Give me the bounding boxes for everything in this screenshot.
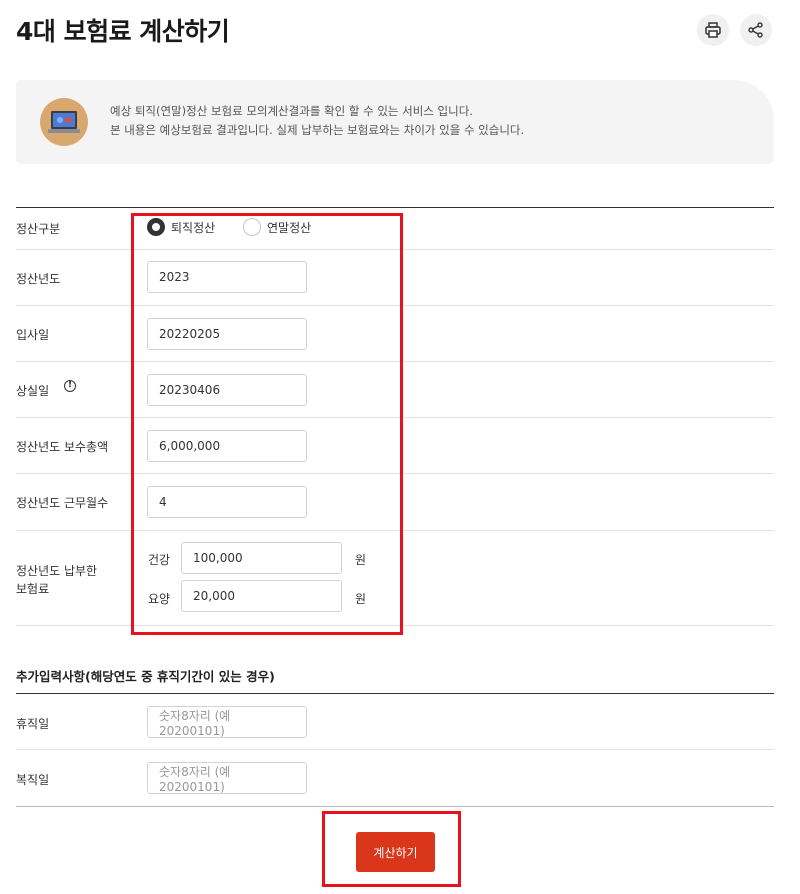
print-icon: [705, 22, 721, 38]
notice-box: 예상 퇴직(연말)정산 보험료 모의계산결과를 확인 할 수 있는 서비스 입니…: [16, 80, 774, 164]
notice-line-2: 본 내용은 예상보험료 결과입니다. 실제 납부하는 보험료와는 차이가 있을 …: [110, 123, 525, 137]
leave-date-label: 휴직일: [16, 717, 50, 731]
share-button[interactable]: [740, 14, 772, 46]
total-pay-label: 정산년도 보수총액: [16, 440, 109, 454]
additional-top-border: [16, 693, 774, 694]
highlight-box-button: [322, 811, 461, 887]
notice-line-1: 예상 퇴직(연말)정산 보험료 모의계산결과를 확인 할 수 있는 서비스 입니…: [110, 104, 473, 118]
year-label: 정산년도: [16, 272, 61, 286]
settlement-type-label: 정산구분: [16, 222, 61, 236]
paid-premium-label: 정산년도 납부한 보험료: [16, 564, 98, 596]
join-date-label: 입사일: [16, 328, 50, 342]
return-date-input[interactable]: 숫자8자리 (예 20200101): [147, 762, 307, 794]
info-icon[interactable]: !: [64, 380, 76, 392]
row-divider: [16, 806, 774, 807]
row-divider: [16, 749, 774, 750]
return-date-label: 복직일: [16, 773, 50, 787]
form-top-border: [16, 207, 774, 208]
page-title: 4대 보험료 계산하기: [16, 17, 230, 46]
print-button[interactable]: [697, 14, 729, 46]
additional-title: 추가입력사항(해당연도 중 휴직기간이 있는 경우): [16, 669, 275, 684]
highlight-box-form: [131, 213, 403, 635]
loss-date-label: 상실일: [16, 384, 50, 398]
share-icon: [748, 22, 763, 38]
laptop-icon: [40, 98, 88, 146]
work-months-label: 정산년도 근무월수: [16, 496, 109, 510]
leave-date-input[interactable]: 숫자8자리 (예 20200101): [147, 706, 307, 738]
